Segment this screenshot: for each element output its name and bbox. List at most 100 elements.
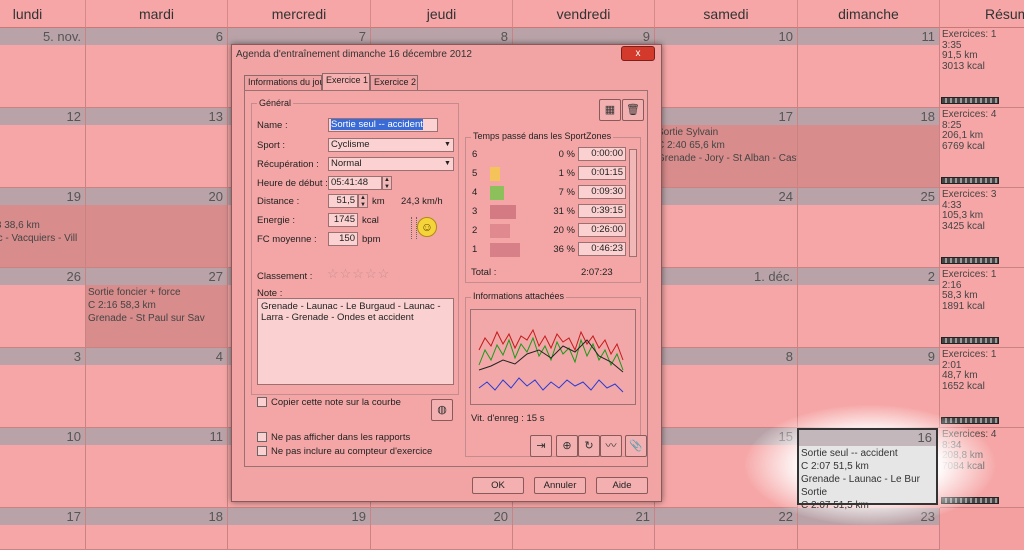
day-cell[interactable]: 11 bbox=[798, 28, 940, 108]
copy-note-label: Copier cette note sur la courbe bbox=[271, 397, 401, 408]
day-cell[interactable]: 10 bbox=[655, 28, 798, 108]
day-number: 4 bbox=[86, 348, 227, 365]
summary-line: Exercices: 1 bbox=[942, 269, 997, 280]
day-number: 26 bbox=[0, 268, 85, 285]
week-summary: Exercices: 1 2:16 58,3 km 1891 kcal bbox=[940, 268, 1024, 348]
zones-scrollbar[interactable] bbox=[629, 149, 637, 257]
zone-bar bbox=[490, 186, 504, 200]
marker-icon[interactable]: ⊕ bbox=[556, 435, 578, 457]
sport-select[interactable]: Cyclisme ▼ bbox=[328, 138, 454, 152]
day-cell[interactable]: 27 Sortie foncier + force C 2:16 58,3 km Gr… bbox=[86, 268, 228, 348]
zone-time-input[interactable]: 0:00:00 bbox=[578, 147, 626, 161]
rating-stars[interactable]: ☆☆☆☆☆ bbox=[327, 266, 390, 282]
day-cell[interactable]: 26 bbox=[0, 268, 86, 348]
refresh-icon[interactable]: ↻ bbox=[578, 435, 600, 457]
day-cell[interactable]: 8 bbox=[655, 348, 798, 428]
copy-note-checkbox[interactable] bbox=[257, 397, 267, 407]
energy-input[interactable]: 1745 bbox=[328, 213, 358, 227]
heart-rate-input[interactable]: 150 bbox=[328, 232, 358, 246]
distance-stepper[interactable]: ▲ ▼ bbox=[358, 194, 368, 208]
attached-info-label: Informations attachées bbox=[471, 291, 567, 301]
activity-chart[interactable] bbox=[470, 309, 636, 405]
globe-icon[interactable]: ◍ bbox=[431, 399, 453, 421]
zone-time-input[interactable]: 0:26:00 bbox=[578, 223, 626, 237]
exclude-counter-checkbox[interactable] bbox=[257, 446, 267, 456]
day-cell[interactable]: 11 bbox=[86, 428, 228, 508]
entry-line: Grenade - Jory - St Alban - Cast bbox=[657, 153, 798, 164]
entry-line: C 2:07 51,5 km bbox=[801, 461, 869, 472]
day-cell[interactable]: 10 bbox=[0, 428, 86, 508]
day-cell[interactable]: 24 bbox=[655, 188, 798, 268]
day-cell[interactable]: 17 bbox=[0, 508, 86, 550]
zone-number: 2 bbox=[472, 225, 478, 236]
close-button[interactable]: x bbox=[621, 46, 655, 61]
start-time-input[interactable]: 05:41:48 bbox=[328, 176, 382, 190]
zone-bar bbox=[490, 167, 500, 181]
calendar-edit-icon[interactable]: ▦ bbox=[599, 99, 621, 121]
selected-day-cell[interactable]: 16 Sortie seul -- accident C 2:07 51,5 k… bbox=[797, 428, 938, 511]
speed-value: 24,3 km/h bbox=[401, 196, 443, 207]
day-cell[interactable]: 3 bbox=[0, 348, 86, 428]
zone-row: 1 36 % 0:46:23 bbox=[470, 242, 626, 258]
day-cell[interactable]: 2 bbox=[798, 268, 940, 348]
day-cell[interactable]: 21 bbox=[513, 508, 655, 550]
day-cell[interactable]: 25 bbox=[798, 188, 940, 268]
chevron-down-icon: ▼ bbox=[444, 141, 451, 148]
trash-icon[interactable]: 🗑 bbox=[622, 99, 644, 121]
note-textarea[interactable]: Grenade - Launac - Le Burgaud - Launac -… bbox=[257, 298, 454, 385]
exclude-reports-checkbox[interactable] bbox=[257, 432, 267, 442]
zone-time-input[interactable]: 0:46:23 bbox=[578, 242, 626, 256]
zone-bar bbox=[490, 205, 516, 219]
name-input[interactable]: Sortie seul -- accident bbox=[328, 118, 438, 132]
tab-exercise-2[interactable]: Exercice 2 bbox=[370, 75, 418, 90]
zone-percent: 1 % bbox=[558, 168, 575, 179]
summary-bar bbox=[941, 337, 999, 344]
day-cell[interactable]: 18 bbox=[86, 508, 228, 550]
day-number: 20 bbox=[86, 188, 227, 205]
day-cell[interactable]: 1. déc. bbox=[655, 268, 798, 348]
day-number: 12 bbox=[0, 108, 85, 125]
recovery-select[interactable]: Normal ▼ bbox=[328, 157, 454, 171]
zone-time-input[interactable]: 0:01:15 bbox=[578, 166, 626, 180]
summary-header: Résum bbox=[940, 0, 1024, 28]
start-time-stepper[interactable]: ▲ ▼ bbox=[382, 176, 392, 190]
entry-line: Bouloc - Vacquiers - Vill bbox=[0, 233, 78, 244]
day-cell[interactable]: 5. nov. bbox=[0, 28, 86, 108]
day-cell[interactable]: 22 bbox=[655, 508, 798, 550]
entry-line: C 2:16 58,3 km bbox=[88, 300, 156, 311]
day-cell[interactable]: 20 bbox=[371, 508, 513, 550]
week-summary: Exercices: 1 3:35 91,5 km 3013 kcal bbox=[940, 28, 1024, 108]
graph-icon[interactable]: 〰 bbox=[600, 435, 622, 457]
distance-input[interactable]: 51,5 bbox=[328, 194, 358, 208]
day-cell[interactable]: 6 bbox=[86, 28, 228, 108]
ok-button[interactable]: OK bbox=[472, 477, 524, 494]
day-number: 11 bbox=[798, 28, 939, 45]
day-number: 2 bbox=[798, 268, 939, 285]
day-cell[interactable]: 18 bbox=[798, 108, 940, 188]
tab-day-info[interactable]: Informations du jour bbox=[244, 75, 328, 90]
day-cell[interactable]: 4 bbox=[86, 348, 228, 428]
summary-line: 6769 kcal bbox=[942, 140, 985, 152]
day-cell[interactable]: 13 bbox=[86, 108, 228, 188]
help-button[interactable]: Aide bbox=[596, 477, 648, 494]
day-cell[interactable]: 17 Sortie Sylvain C 2:40 65,6 km Grenade - … bbox=[655, 108, 798, 188]
entry-line: Grenade - Launac - Le Bur bbox=[801, 474, 920, 485]
zone-bar bbox=[490, 224, 510, 238]
smiley-icon[interactable]: ☺ bbox=[417, 217, 437, 237]
day-cell[interactable]: 19 bbox=[228, 508, 371, 550]
day-number: 10 bbox=[0, 428, 85, 445]
attach-icon[interactable]: 📎 bbox=[625, 435, 647, 457]
day-cell[interactable]: 12 bbox=[0, 108, 86, 188]
day-number: 9 bbox=[798, 348, 939, 365]
zone-time-input[interactable]: 0:39:15 bbox=[578, 204, 626, 218]
tab-exercise-1[interactable]: Exercice 1 bbox=[322, 73, 370, 90]
day-cell[interactable]: 20 bbox=[86, 188, 228, 268]
day-cell[interactable]: 19SortieC 1:33 38,6 km Bouloc - Vacquiers… bbox=[0, 188, 86, 268]
summary-line: 48,7 km bbox=[942, 370, 978, 381]
general-group-label: Général bbox=[257, 98, 294, 108]
cancel-button[interactable]: Annuler bbox=[534, 477, 586, 494]
align-icon[interactable]: ⇥ bbox=[530, 435, 552, 457]
summary-line: Exercices: 1 bbox=[942, 349, 997, 360]
chevron-down-icon: ▼ bbox=[444, 160, 451, 167]
zone-time-input[interactable]: 0:09:30 bbox=[578, 185, 626, 199]
